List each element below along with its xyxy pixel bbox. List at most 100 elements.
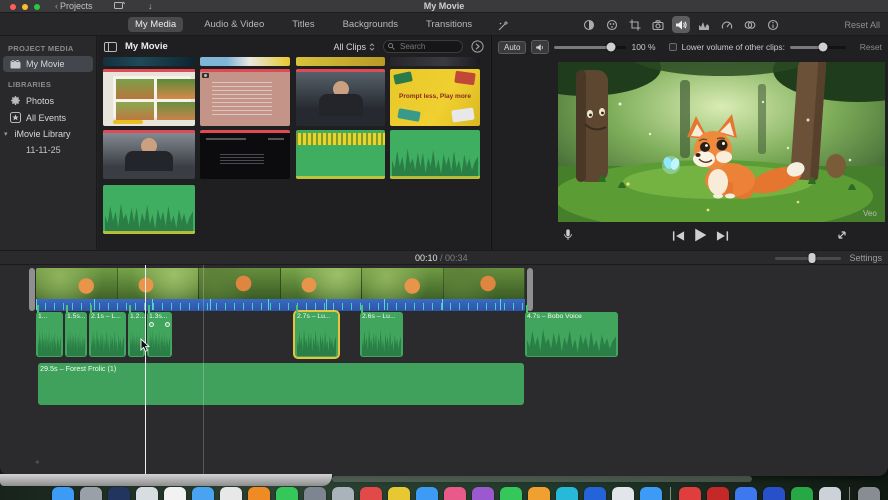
media-thumbnail[interactable] <box>296 57 385 66</box>
tab-my-media[interactable]: My Media <box>128 17 184 32</box>
sidebar-item-photos[interactable]: Photos <box>0 92 96 109</box>
fade-handle[interactable] <box>149 322 154 327</box>
sidebar-item-date[interactable]: 11-11-25 <box>0 142 96 158</box>
enhance-wand-icon[interactable] <box>494 17 512 34</box>
timeline-audio-clip[interactable]: 4.7s – Bobo Voice <box>525 312 618 357</box>
waveform <box>297 329 336 356</box>
window-title: My Movie <box>423 1 465 11</box>
dock-icon[interactable] <box>679 487 701 500</box>
speed-icon[interactable] <box>718 16 736 33</box>
volume-slider[interactable] <box>554 42 627 52</box>
sidebar-item-my-movie[interactable]: My Movie <box>3 56 93 72</box>
dock-icon[interactable] <box>136 487 158 500</box>
media-thumbnail-audio[interactable] <box>103 185 195 234</box>
record-voiceover-button[interactable] <box>562 228 574 247</box>
dock-icon[interactable] <box>108 487 130 500</box>
volume-slider-knob[interactable] <box>606 42 616 52</box>
dock-icon[interactable] <box>388 487 410 500</box>
dock-icon[interactable] <box>612 487 634 500</box>
media-thumbnail-audio[interactable] <box>296 130 385 179</box>
timeline-zoom-slider[interactable] <box>775 253 842 263</box>
dock-icon[interactable] <box>248 487 270 500</box>
dock-icon[interactable] <box>528 487 550 500</box>
search-input[interactable] <box>398 41 458 52</box>
sidebar-item-imovie-library[interactable]: ▾ iMovie Library <box>0 126 96 142</box>
media-thumbnail-webcam[interactable] <box>103 130 195 179</box>
dock-icon[interactable] <box>735 487 757 500</box>
dock-icon[interactable] <box>819 487 841 500</box>
dock-icon[interactable] <box>640 487 662 500</box>
dock-icon[interactable] <box>584 487 606 500</box>
auto-volume-button[interactable]: Auto <box>498 40 527 54</box>
media-thumbnail[interactable] <box>103 57 195 66</box>
dock-icon[interactable] <box>416 487 438 500</box>
waveform <box>91 329 124 356</box>
tab-backgrounds[interactable]: Backgrounds <box>336 17 405 32</box>
dock-icon[interactable] <box>791 487 813 500</box>
color-correction-icon[interactable] <box>603 16 621 33</box>
media-thumbnail-terminal[interactable] <box>200 130 290 179</box>
media-thumbnail[interactable] <box>390 57 480 66</box>
volume-icon[interactable] <box>672 16 690 33</box>
dock-icon[interactable] <box>444 487 466 500</box>
noise-equalizer-icon[interactable] <box>695 16 713 33</box>
zoom-slider-knob[interactable] <box>808 253 816 263</box>
dock-icon[interactable] <box>332 487 354 500</box>
timeline-audio-clip[interactable]: 1.5s... <box>65 312 87 357</box>
dock-icon[interactable] <box>858 487 880 500</box>
all-clips-dropdown[interactable]: All Clips <box>333 42 375 52</box>
crop-icon[interactable] <box>626 16 644 33</box>
dock-icon[interactable] <box>80 487 102 500</box>
skip-back-button[interactable] <box>672 228 685 246</box>
background-music-clip[interactable]: 29.5s – Forest Frolic (1) <box>38 363 524 405</box>
media-thumbnail-audio[interactable] <box>390 130 480 179</box>
background-window-edge <box>0 474 332 486</box>
ducking-slider[interactable] <box>789 42 846 52</box>
dock-icon[interactable] <box>500 487 522 500</box>
media-thumbnail-webcam[interactable] <box>296 69 385 126</box>
dock-icon[interactable] <box>164 487 186 500</box>
lower-volume-checkbox[interactable] <box>668 43 677 51</box>
dock-icon[interactable] <box>707 487 729 500</box>
media-thumbnail-fox-grid[interactable] <box>103 69 195 126</box>
play-button[interactable] <box>693 228 708 247</box>
timeline-audio-clip[interactable]: 1... <box>36 312 63 357</box>
reset-button[interactable]: Reset <box>860 42 882 52</box>
skip-forward-button[interactable] <box>716 228 729 246</box>
mute-button[interactable] <box>531 40 550 54</box>
dock-icon[interactable] <box>304 487 326 500</box>
dock-icon[interactable] <box>472 487 494 500</box>
sidebar-toggle-icon[interactable] <box>104 41 117 52</box>
dock-icon[interactable] <box>220 487 242 500</box>
dock-icon[interactable] <box>192 487 214 500</box>
clip-filter-icon[interactable] <box>741 16 759 33</box>
search-field[interactable] <box>383 40 463 53</box>
color-balance-icon[interactable] <box>580 16 598 33</box>
tab-transitions[interactable]: Transitions <box>419 17 479 32</box>
media-thumbnail-note[interactable] <box>200 69 290 126</box>
tab-audio-video[interactable]: Audio & Video <box>197 17 271 32</box>
dock-icon[interactable] <box>52 487 74 500</box>
info-icon[interactable] <box>764 16 782 33</box>
skimmer-line <box>203 265 204 474</box>
media-thumbnail-promo[interactable]: Prompt less, Play more <box>390 69 480 126</box>
timeline-audio-clip[interactable]: 2.7s – Lu... <box>295 312 338 357</box>
media-thumbnail[interactable] <box>200 57 290 66</box>
timeline-audio-clip[interactable]: 2.1s – L... <box>89 312 126 357</box>
tab-titles[interactable]: Titles <box>285 17 321 32</box>
dock-icon[interactable] <box>360 487 382 500</box>
stabilization-icon[interactable] <box>649 16 667 33</box>
dock-icon[interactable] <box>276 487 298 500</box>
forward-circle-icon[interactable] <box>471 40 484 53</box>
timeline-audio-clip[interactable]: 2.6s – Lu... <box>360 312 403 357</box>
playhead[interactable] <box>145 265 146 474</box>
fullscreen-icon[interactable] <box>836 228 848 246</box>
sidebar-item-all-events[interactable]: All Events <box>0 109 96 126</box>
ducking-slider-knob[interactable] <box>818 42 828 52</box>
timeline-settings-button[interactable]: Settings <box>849 253 882 263</box>
fade-handle[interactable] <box>165 322 170 327</box>
dock-icon[interactable] <box>556 487 578 500</box>
viewer-pane: Auto 100 % Lower volume of other clips: … <box>491 32 888 250</box>
dock-icon[interactable] <box>763 487 785 500</box>
reset-all-button[interactable]: Reset All <box>844 20 880 30</box>
